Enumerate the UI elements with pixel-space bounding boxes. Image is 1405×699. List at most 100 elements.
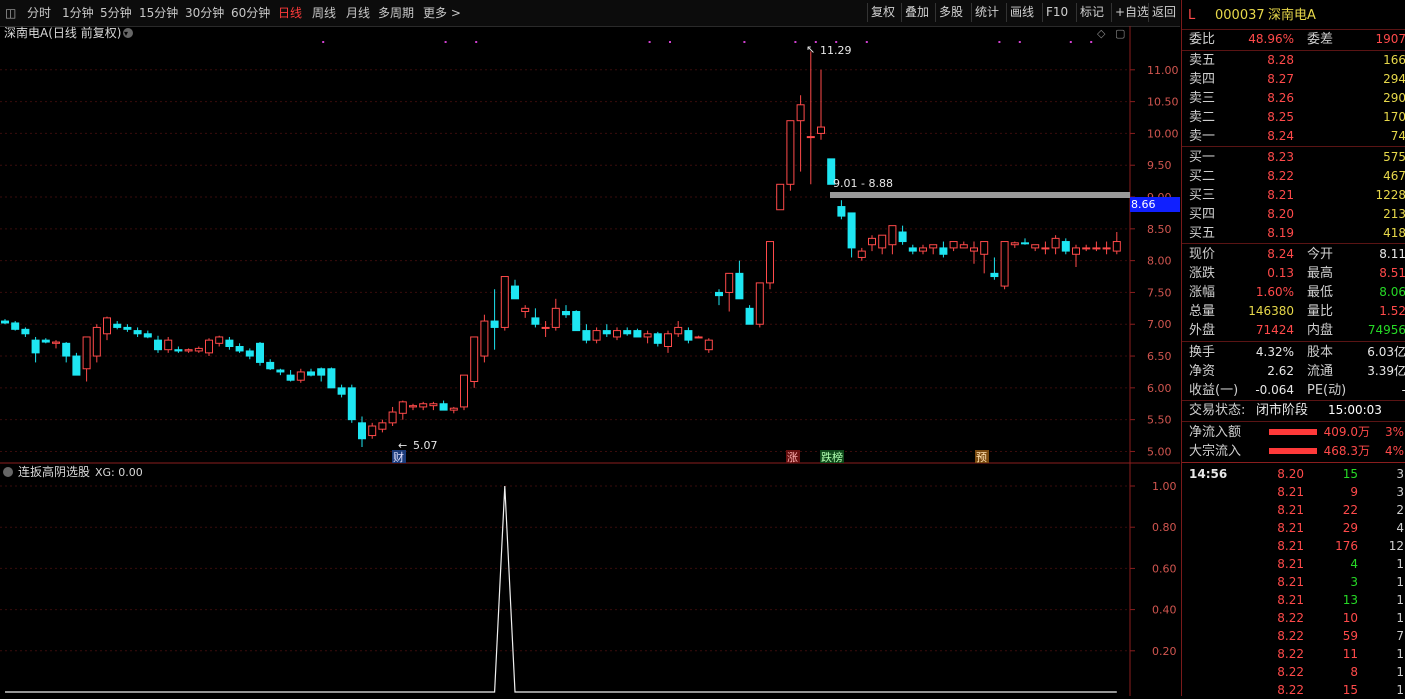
stat-label: 总量 — [1189, 304, 1216, 319]
diamond-icon[interactable]: ◇ — [1097, 27, 1106, 40]
period-tab[interactable]: 5分钟 — [100, 4, 132, 22]
candle-up — [786, 120, 795, 185]
stat-value: 8.51 — [1379, 266, 1405, 280]
period-tab[interactable]: 多周期 — [378, 4, 414, 22]
tick-row[interactable]: 8.21 176 12 — [1182, 537, 1405, 555]
candle-up — [1041, 247, 1050, 250]
f10-button[interactable]: F10 — [1042, 3, 1071, 22]
tick-row[interactable]: 8.22 10 1 — [1182, 609, 1405, 627]
chart-area[interactable]: 11.0010.5010.009.509.008.508.007.507.006… — [0, 25, 1180, 696]
indicator-title: 连扳高阴选股 — [18, 464, 90, 479]
event-marker-finance[interactable]: 财 — [393, 450, 404, 464]
draw-line-button[interactable]: 画线 — [1006, 3, 1037, 22]
tick-row[interactable]: 8.22 15 1 — [1182, 681, 1405, 699]
candle-up — [388, 411, 397, 424]
candle-up — [1031, 244, 1040, 249]
candle-up — [1092, 247, 1101, 250]
high-price-label: 11.29 — [820, 44, 852, 57]
more-periods-button[interactable]: 更多 > — [423, 4, 461, 22]
current-price-tag: 8.66 — [1131, 198, 1156, 211]
signal-dot — [1018, 41, 1021, 43]
axis-label: 1.00 — [1152, 480, 1177, 493]
tick-row[interactable]: 8.22 59 7 — [1182, 627, 1405, 645]
indicator-options-icon[interactable] — [3, 467, 13, 477]
stock-code[interactable]: 000037 — [1215, 6, 1265, 26]
sell-price: 8.28 — [1267, 53, 1294, 67]
sell-level-row: 卖三 8.26 290 — [1182, 89, 1405, 108]
indicator-line — [5, 485, 1117, 693]
signal-dot — [1069, 41, 1072, 43]
candle-down — [990, 272, 999, 278]
tick-count: 3 — [1396, 485, 1404, 499]
tick-row[interactable]: 8.22 11 1 — [1182, 645, 1405, 663]
candle-up — [521, 307, 530, 313]
tick-row[interactable]: 8.21 13 1 — [1182, 591, 1405, 609]
stat-value: 74956 — [1367, 323, 1405, 337]
multi-stock-button[interactable]: 多股 — [935, 3, 966, 22]
checkbox-icon[interactable]: ▢ — [1115, 27, 1125, 40]
buy-level-row: 买二 8.22 467 — [1182, 167, 1405, 186]
period-tab[interactable]: 周线 — [312, 4, 336, 22]
signal-dot — [1090, 41, 1093, 43]
stat-label: 收益(一) — [1189, 383, 1239, 398]
stat-label: 外盘 — [1189, 323, 1216, 338]
sell-level-label: 卖一 — [1189, 129, 1216, 144]
period-tab[interactable]: 15分钟 — [139, 4, 178, 22]
tick-row[interactable]: 8.21 4 1 — [1182, 555, 1405, 573]
tick-row[interactable]: 8.22 8 1 — [1182, 663, 1405, 681]
tick-price: 8.22 — [1277, 611, 1304, 625]
candle-down — [11, 322, 20, 330]
candle-down — [531, 317, 540, 325]
event-marker-up[interactable]: 涨 — [787, 451, 798, 464]
candle-up — [674, 326, 683, 335]
candle-up — [868, 237, 876, 246]
period-tab[interactable]: 60分钟 — [231, 4, 270, 22]
tick-row[interactable]: 8.21 3 1 — [1182, 573, 1405, 591]
back-button[interactable]: 返回 — [1148, 3, 1179, 22]
period-tab[interactable]: 30分钟 — [185, 4, 224, 22]
tick-price: 8.21 — [1277, 503, 1304, 517]
buy-level-row: 买五 8.19 418 — [1182, 224, 1405, 243]
tick-row[interactable]: 8.21 22 2 — [1182, 501, 1405, 519]
candle-down — [317, 368, 326, 376]
tick-price: 8.21 — [1277, 593, 1304, 607]
buy-level-label: 买五 — [1189, 226, 1216, 241]
stats-button[interactable]: 统计 — [971, 3, 1002, 22]
tick-volume: 9 — [1350, 485, 1358, 499]
event-marker-list[interactable]: 跌榜 — [821, 450, 843, 464]
candle-down — [41, 339, 50, 343]
stock-name[interactable]: 深南电A — [1268, 6, 1316, 26]
axis-label: 6.50 — [1147, 350, 1172, 363]
candle-down — [21, 328, 30, 335]
kline-chart[interactable]: 11.0010.5010.009.509.008.508.007.507.006… — [0, 25, 1180, 696]
stat-row: 外盘 71424 内盘 74956 — [1182, 321, 1405, 340]
buy-price: 8.22 — [1267, 169, 1294, 183]
stat-value: 0.13 — [1267, 266, 1294, 280]
period-tab[interactable]: 1分钟 — [62, 4, 94, 22]
window-icon[interactable]: ◫ — [5, 4, 16, 22]
signal-dot — [794, 41, 797, 43]
stat-row: 涨跌 0.13 最高 8.51 — [1182, 264, 1405, 283]
mark-button[interactable]: 标记 — [1076, 3, 1107, 22]
candle-up — [1072, 247, 1080, 255]
tick-row[interactable]: 8.21 29 4 — [1182, 519, 1405, 537]
candle-down — [123, 326, 132, 330]
tick-volume: 11 — [1342, 647, 1358, 661]
candle-down — [582, 330, 591, 341]
overlay-button[interactable]: 叠加 — [901, 3, 932, 22]
tick-row[interactable]: 8.21 9 3 — [1182, 483, 1405, 501]
axis-label: 10.00 — [1147, 127, 1179, 140]
period-tab[interactable]: 分时 — [27, 4, 51, 22]
indicator-axis: 1.00 0.80 0.60 0.40 0.20 — [1130, 480, 1177, 658]
period-tab[interactable]: 月线 — [346, 4, 370, 22]
add-favorite-button[interactable]: +自选 — [1111, 3, 1152, 22]
candle-up — [480, 320, 489, 357]
candle-up — [368, 425, 377, 437]
candle-up — [429, 403, 438, 407]
buy-price: 8.21 — [1267, 188, 1294, 202]
fuquan-button[interactable]: 复权 — [867, 3, 898, 22]
tick-row[interactable]: 14:56 8.20 15 3 — [1182, 465, 1405, 483]
event-marker-forecast[interactable]: 预 — [976, 451, 987, 464]
stat-row: 净资 2.62 流通 3.39亿 — [1182, 362, 1405, 381]
period-tab-active[interactable]: 日线 — [278, 4, 302, 22]
